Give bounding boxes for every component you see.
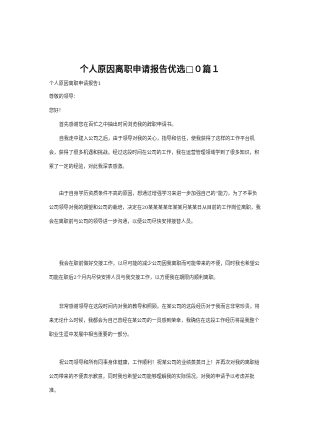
- document-title: 个人原因离职申请报告优选□０篇１: [79, 65, 221, 75]
- document-page: 个人原因离职申请报告优选□０篇１ 个人原因离职申请报告1 尊敬的领导： 您好！ …: [0, 0, 300, 424]
- paragraph-3: 由于自身学历资质条件不高的原因，想通过增强学习来进一步加强自己的“能力，为了不辜…: [49, 191, 261, 226]
- paragraph-5: 非常感谢领导在这段时间内对我的教导和照顾。在某公司的这段经历对于我而言非常珍贵。…: [49, 304, 260, 339]
- paragraph-1: 首先感谢您在百忙之中抽出时间浏览我的辞职申请书。: [59, 122, 177, 128]
- paragraph-6: 祝公司领导和所有同事身体健康，工作顺利！祝某公司的业绩蒸蒸日上！并再次对我的离职…: [49, 360, 260, 395]
- greeting: 您好！: [49, 108, 64, 114]
- salutation: 尊敬的领导：: [49, 94, 79, 100]
- paragraph-4: 我会在职前做好交接工作，以尽可能的减少公司因我离职而可能带来的不便，同时我也希望…: [49, 261, 260, 282]
- paragraph-2: 自我走中建入公司之后，由于领导对我的关心，指导和信任，使我获得了这样的工作平台机…: [49, 136, 260, 171]
- section-heading-1: 个人原因离职申请报告1: [49, 81, 102, 87]
